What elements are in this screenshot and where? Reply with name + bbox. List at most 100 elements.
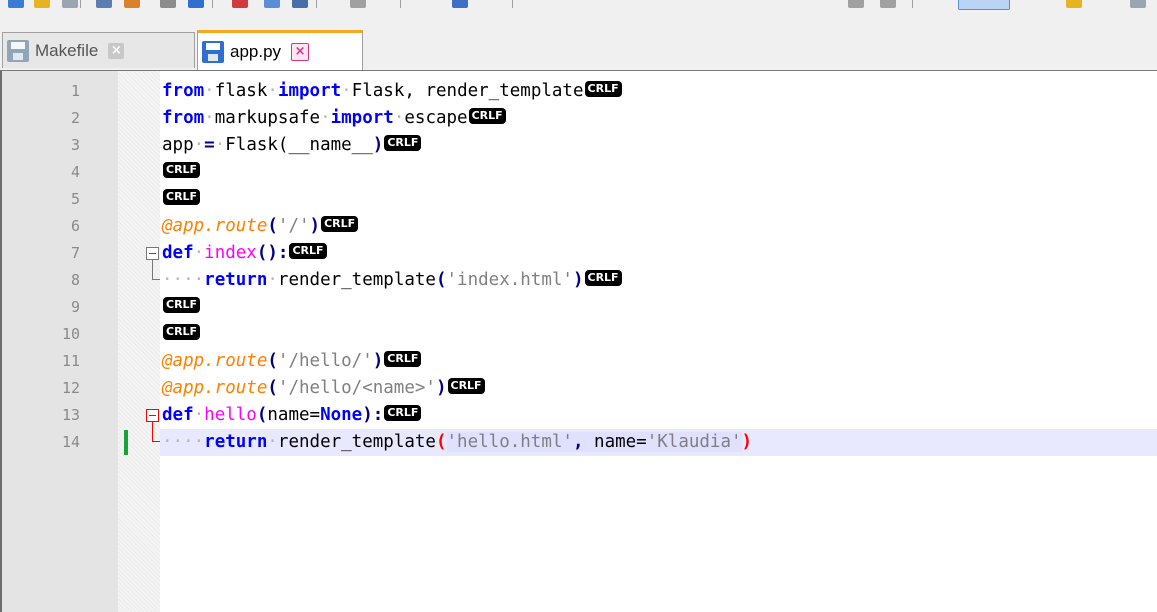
indent-guide-icon[interactable] (880, 0, 896, 8)
fold-toggle-icon[interactable] (146, 409, 159, 422)
code-line-14[interactable]: ····return·render_template('hello.html',… (160, 429, 1157, 456)
keyword: def (162, 405, 194, 425)
code-line-12: @app.route('/hello/<name>') CRLF (162, 375, 485, 402)
open-file-icon[interactable] (34, 0, 50, 8)
operator: , (572, 432, 595, 452)
tab-app-py[interactable]: app.py × (197, 30, 363, 70)
eol-marker: CRLF (163, 162, 201, 178)
code-line-8: ····return·render_template('index.html')… (162, 267, 622, 294)
whitespace: ···· (162, 270, 205, 290)
code-line-4: CRLF (162, 159, 201, 186)
line-number: 4 (70, 163, 80, 181)
operator: (): (256, 243, 289, 263)
eol-marker: CRLF (163, 189, 201, 205)
toolbar (0, 0, 1157, 23)
operator: ): (362, 405, 384, 425)
macro-icon[interactable] (1066, 0, 1082, 8)
brace-highlight: ) (741, 432, 753, 452)
identifier: render_template (277, 432, 436, 452)
keyword: def (162, 243, 194, 263)
eol-marker: CRLF (468, 108, 506, 124)
fold-end (152, 279, 160, 280)
sync-icon[interactable] (452, 0, 468, 8)
line-number: 6 (70, 217, 80, 235)
string: 'Klaudia' (646, 432, 742, 452)
string: '/hello/<name>' (277, 378, 436, 398)
code-line-3: app·=·Flask(__name__) CRLF (162, 132, 422, 159)
line-number: 2 (70, 109, 80, 127)
run-icon[interactable] (1130, 0, 1146, 8)
code-line-7: def·index(): CRLF (162, 240, 327, 267)
zoom-in-icon[interactable] (350, 0, 366, 8)
operator: ( (267, 378, 278, 398)
show-all-chars-icon[interactable] (958, 0, 1010, 10)
operator: ) (372, 351, 384, 371)
line-number: 7 (70, 244, 80, 262)
keyword: from (162, 108, 205, 128)
keyword: import (277, 81, 342, 101)
eol-marker: CRLF (584, 81, 622, 97)
toolbar-separator (316, 0, 317, 8)
notepadpp-window: Makefile × app.py × 1 2 3 4 5 6 7 8 9 10… (0, 0, 1157, 612)
identifier: render_template (425, 81, 584, 101)
saved-file-icon (202, 40, 224, 63)
function-name: hello (204, 405, 257, 425)
print-icon[interactable] (124, 0, 140, 8)
operator: ( (267, 351, 278, 371)
tab-label: app.py (230, 41, 282, 61)
eol-marker: CRLF (384, 351, 422, 367)
eol-marker: CRLF (163, 324, 201, 340)
identifier: app (162, 135, 194, 155)
code-editor[interactable]: 1 2 3 4 5 6 7 8 9 10 11 12 13 14 from·fl… (0, 71, 1157, 612)
eol-marker: CRLF (447, 378, 485, 394)
string: 'index.html' (446, 270, 573, 290)
code-line-11: @app.route('/hello/') CRLF (162, 348, 422, 375)
operator: ) (372, 135, 384, 155)
tab-makefile[interactable]: Makefile × (2, 32, 195, 68)
operator: ( (435, 270, 447, 290)
toolbar-separator (512, 0, 513, 8)
keyword: return (204, 270, 268, 290)
operator: ( (256, 405, 268, 425)
close-icon[interactable]: × (108, 42, 125, 59)
operator: ) (435, 378, 447, 398)
line-number: 11 (61, 352, 80, 370)
save-icon[interactable] (62, 0, 78, 8)
code-line-13: def·hello(name=None): CRLF (162, 402, 422, 429)
identifier: flask (214, 81, 268, 101)
operator: ) (309, 216, 321, 236)
saved-file-icon (7, 39, 29, 62)
eol-marker: CRLF (163, 297, 201, 313)
eol-marker: CRLF (584, 270, 622, 286)
replace-icon[interactable] (292, 0, 308, 8)
change-history-marker (124, 430, 128, 455)
operator: ( (267, 216, 278, 236)
close-file-icon[interactable] (96, 0, 112, 8)
identifier: Flask, (351, 81, 426, 101)
code-line-9: CRLF (162, 294, 201, 321)
cut-icon[interactable] (160, 0, 176, 8)
decorator: @app.route (162, 351, 268, 371)
find-icon[interactable] (264, 0, 280, 8)
close-icon[interactable]: × (291, 42, 310, 61)
decorator: @app.route (162, 216, 268, 236)
line-number: 8 (70, 271, 80, 289)
operator: = (204, 135, 215, 155)
fold-margin[interactable] (118, 71, 160, 612)
eol-marker: CRLF (321, 216, 359, 232)
string: 'hello.html' (446, 432, 573, 452)
line-number: 12 (61, 379, 80, 397)
code-line-10: CRLF (162, 321, 201, 348)
undo-icon[interactable] (232, 0, 248, 8)
identifier: Flask( (225, 135, 289, 155)
fold-toggle-icon[interactable] (146, 247, 159, 260)
wrap-icon[interactable] (848, 0, 864, 8)
line-number: 10 (61, 325, 80, 343)
toolbar-separator (212, 0, 213, 8)
copy-icon[interactable] (188, 0, 204, 8)
eol-marker: CRLF (384, 135, 422, 151)
identifier: markupsafe (214, 108, 321, 128)
line-number: 3 (70, 136, 80, 154)
code-line-2: from·markupsafe·import·escape CRLF (162, 105, 506, 132)
new-file-icon[interactable] (8, 0, 24, 8)
